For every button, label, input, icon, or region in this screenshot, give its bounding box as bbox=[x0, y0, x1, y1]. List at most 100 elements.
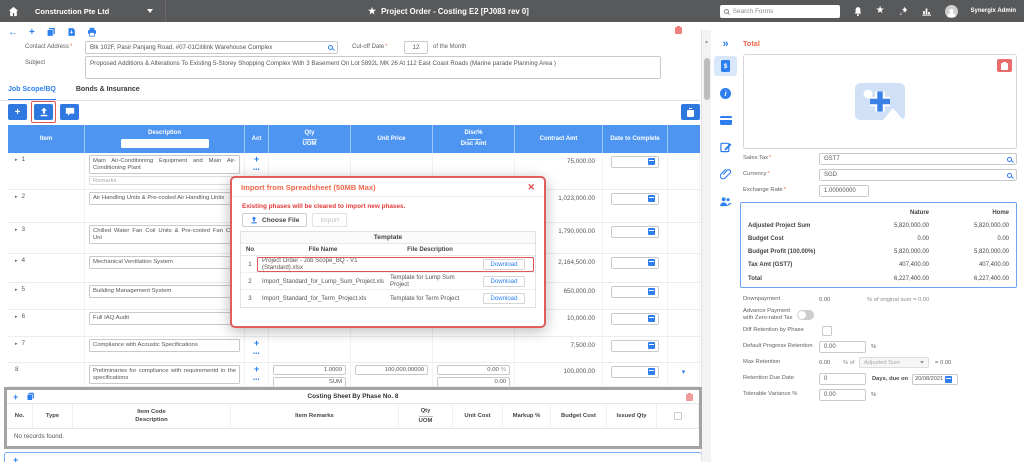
more-actions-icon[interactable]: ••• bbox=[253, 167, 260, 173]
max-retention-select[interactable]: Adjusted Sum bbox=[859, 357, 929, 368]
calendar-icon[interactable] bbox=[945, 375, 953, 383]
rail-totals-tab[interactable]: $ bbox=[714, 56, 737, 76]
description-filter-input[interactable] bbox=[120, 138, 209, 148]
choose-file-button[interactable]: Choose File bbox=[242, 213, 308, 227]
collapse-panel-icon[interactable]: » bbox=[722, 38, 728, 50]
export-file-icon[interactable] bbox=[67, 24, 76, 42]
calendar-icon[interactable] bbox=[648, 288, 655, 296]
calendar-icon[interactable] bbox=[648, 342, 655, 350]
calendar-icon[interactable] bbox=[648, 259, 655, 267]
pin-icon[interactable] bbox=[898, 6, 908, 16]
description-input[interactable]: Mechanical Ventilation System bbox=[89, 256, 240, 269]
unit-price-input[interactable]: 100,000.00000 bbox=[355, 365, 428, 375]
advance-payment-toggle[interactable] bbox=[797, 310, 814, 321]
project-image-box[interactable] bbox=[743, 54, 1017, 149]
retention-due-date-input[interactable]: 20/08/2021 bbox=[912, 373, 959, 385]
costing-delete-icon[interactable] bbox=[686, 392, 693, 402]
copy-icon[interactable] bbox=[46, 24, 56, 42]
subject-input[interactable]: Proposed Additions & Alterations To Exis… bbox=[85, 56, 661, 79]
date-to-complete-input[interactable] bbox=[611, 340, 659, 352]
remove-image-button[interactable] bbox=[997, 59, 1012, 72]
import-spreadsheet-button[interactable] bbox=[34, 104, 53, 120]
diff-retention-checkbox[interactable] bbox=[822, 326, 832, 336]
delete-phases-button[interactable] bbox=[681, 104, 700, 120]
rail-info-tab[interactable]: i bbox=[714, 83, 737, 103]
company-selector[interactable]: Construction Pte Ltd bbox=[35, 0, 167, 22]
expand-caret-icon[interactable]: ▸ bbox=[15, 227, 18, 233]
remarks-input[interactable]: Remarks bbox=[89, 176, 240, 185]
calendar-icon[interactable] bbox=[648, 315, 655, 323]
expand-caret-icon[interactable]: ▸ bbox=[15, 258, 18, 264]
date-to-complete-input[interactable] bbox=[611, 156, 659, 168]
calendar-icon[interactable] bbox=[648, 158, 655, 166]
default-retention-input[interactable]: 0.00 bbox=[819, 341, 866, 353]
lookup-icon[interactable] bbox=[1007, 156, 1012, 162]
expand-caret-icon[interactable]: ▸ bbox=[15, 314, 18, 320]
description-input[interactable]: Compliance with Acoustic Specifications bbox=[89, 339, 240, 352]
disc-pct-input[interactable]: 0.00 % bbox=[437, 365, 510, 375]
retention-due-days-input[interactable]: 0 bbox=[819, 373, 866, 385]
scroll-up-icon[interactable]: ▲ bbox=[702, 30, 711, 44]
description-input[interactable]: Chilled Water Fan Coil Units & Pre-coole… bbox=[89, 225, 240, 244]
download-button[interactable]: Download bbox=[483, 258, 525, 270]
add-phase-button[interactable]: + bbox=[8, 104, 27, 120]
rail-card-tab[interactable] bbox=[714, 110, 737, 130]
bottom-add-icon[interactable]: + bbox=[13, 455, 18, 462]
date-to-complete-input[interactable] bbox=[611, 286, 659, 298]
costing-copy-icon[interactable] bbox=[26, 392, 35, 402]
date-to-complete-input[interactable] bbox=[611, 193, 659, 205]
avatar[interactable] bbox=[944, 4, 958, 18]
more-actions-icon[interactable]: ••• bbox=[253, 377, 260, 383]
calendar-icon[interactable] bbox=[648, 195, 655, 203]
user-name[interactable]: Synergix Admin bbox=[971, 8, 1016, 14]
date-to-complete-input[interactable] bbox=[611, 257, 659, 269]
add-line-icon[interactable]: + bbox=[254, 365, 260, 375]
download-button[interactable]: Download bbox=[483, 275, 525, 287]
lookup-icon[interactable] bbox=[1007, 172, 1012, 178]
exchange-rate-input[interactable]: 1.00000000 bbox=[819, 185, 869, 197]
date-to-complete-input[interactable] bbox=[611, 366, 659, 378]
delete-record-icon[interactable] bbox=[675, 25, 682, 35]
address-lookup-icon[interactable] bbox=[328, 45, 333, 50]
qty-input[interactable]: 1.0000 bbox=[273, 365, 346, 375]
date-to-complete-input[interactable] bbox=[611, 226, 659, 238]
more-actions-icon[interactable]: ••• bbox=[253, 351, 260, 357]
tolerable-variance-input[interactable]: 0.00 bbox=[819, 389, 866, 401]
scrollbar-thumb[interactable] bbox=[704, 58, 710, 100]
sales-tax-input[interactable]: GST7 bbox=[819, 153, 1017, 165]
row-dropdown-icon[interactable]: ▾ bbox=[682, 368, 686, 386]
import-button[interactable]: Import bbox=[312, 213, 348, 227]
print-icon[interactable] bbox=[87, 24, 97, 42]
description-input[interactable]: Air Handling Units & Pre-cooled Air Hand… bbox=[89, 192, 240, 205]
uom-input[interactable]: SUM bbox=[273, 377, 346, 386]
download-button[interactable]: Download bbox=[483, 293, 525, 304]
expand-caret-icon[interactable]: ▸ bbox=[15, 287, 18, 293]
tab-bonds-insurance[interactable]: Bonds & Insurance bbox=[76, 86, 140, 100]
contact-address-input[interactable]: Blk 102F, Pasir Panjang Road, #07-01Citi… bbox=[85, 41, 338, 54]
expand-caret-icon[interactable]: ▸ bbox=[15, 194, 18, 200]
rail-edit-tab[interactable] bbox=[714, 137, 737, 157]
rail-team-tab[interactable] bbox=[714, 191, 737, 211]
calendar-icon[interactable] bbox=[648, 368, 655, 376]
select-all-checkbox[interactable] bbox=[673, 412, 682, 420]
search-forms-input[interactable]: Search Forms bbox=[719, 4, 840, 18]
description-input[interactable]: Building Management System bbox=[89, 285, 240, 298]
date-to-complete-input[interactable] bbox=[611, 313, 659, 325]
disc-amt-input[interactable]: 0.00 bbox=[437, 377, 510, 386]
notifications-bell-icon[interactable] bbox=[853, 6, 863, 17]
expand-caret-icon[interactable]: ▸ bbox=[15, 341, 18, 347]
description-input[interactable]: Preliminaries for compliance with requir… bbox=[89, 365, 240, 384]
calendar-icon[interactable] bbox=[648, 228, 655, 236]
favorites-icon[interactable]: ★ bbox=[876, 6, 885, 16]
home-icon[interactable] bbox=[8, 6, 19, 17]
main-scrollbar[interactable]: ▲ bbox=[701, 30, 711, 462]
chart-icon[interactable] bbox=[921, 6, 932, 16]
description-input[interactable]: Full IAQ Audit bbox=[89, 312, 240, 325]
costing-add-icon[interactable]: + bbox=[13, 392, 18, 401]
new-record-icon[interactable]: + bbox=[29, 28, 35, 38]
description-input[interactable]: Main Air-Conditioning Equipment and Main… bbox=[89, 155, 240, 174]
rail-attachments-tab[interactable] bbox=[714, 164, 737, 184]
favorite-star-icon[interactable]: ★ bbox=[368, 6, 376, 17]
expand-caret-icon[interactable]: ▸ bbox=[15, 157, 18, 163]
add-line-icon[interactable]: + bbox=[254, 155, 260, 165]
